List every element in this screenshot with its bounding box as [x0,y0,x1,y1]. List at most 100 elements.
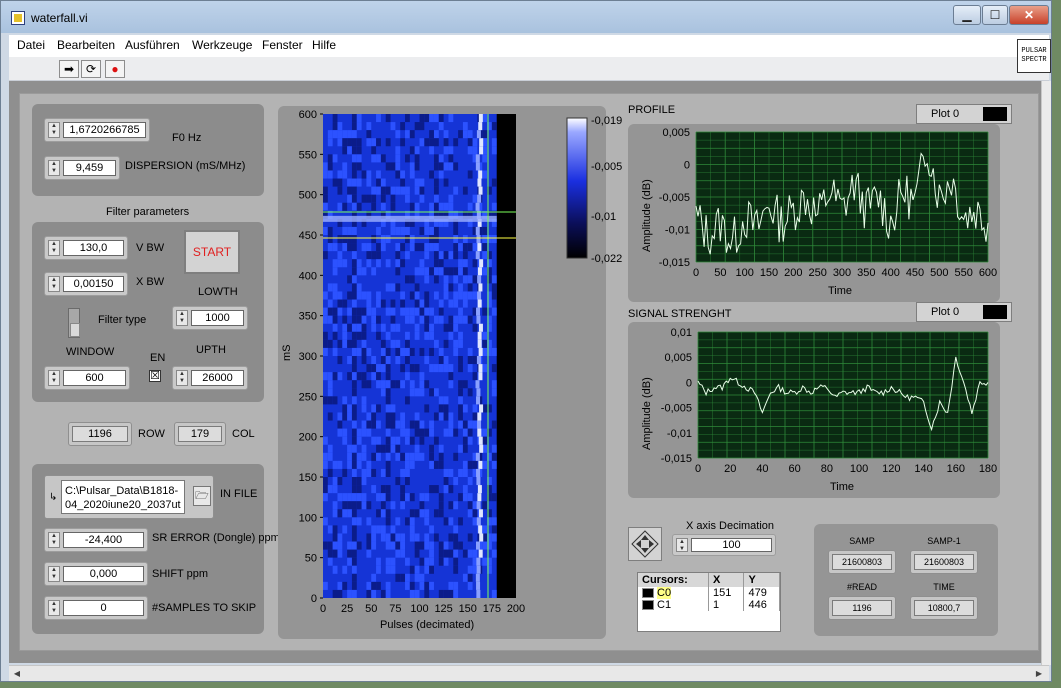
waterfall-cell [366,428,372,437]
sr-error-value[interactable]: -24,400 [63,532,144,548]
waterfall-cell [409,146,415,155]
dispersion-value[interactable]: 9,459 [63,160,116,176]
waterfall-cell [467,573,473,582]
window-spin[interactable]: ▲ ▼ [48,370,60,386]
waterfall-cell [458,331,463,340]
profile-graph[interactable]: 0,005 0 -0,005 -0,01 -0,015 0 50 100 150 200 250 3… [628,124,1000,302]
shift-value[interactable]: 0,000 [63,566,144,582]
signal-graph[interactable]: 0,01 0,005 0 -0,005 -0,01 -0,015 0 20 40 60 80 100… [628,322,1000,498]
xbw-control[interactable]: ▲ ▼ 0,00150 [44,272,128,296]
graph-x-tick-label: 100 [735,267,753,279]
f0-control[interactable]: ▲ ▼ 1,6720266785 [44,118,150,142]
scroll-right-icon[interactable]: ▶ [1033,668,1045,680]
minimize-button[interactable]: ▁ [953,5,981,25]
run-continuously-icon[interactable]: ⟳ [81,60,101,78]
waterfall-cell [472,356,478,365]
lowth-value[interactable]: 1000 [191,310,244,326]
waterfall-cell [356,460,362,469]
waterfall-pulse-cell [478,549,483,558]
vbw-control[interactable]: ▲ ▼ 130,0 [44,236,128,260]
maximize-button[interactable]: ☐ [982,5,1008,25]
waterfall-cell [347,146,352,155]
waterfall-cell [429,243,434,252]
waterfall-cell [347,178,352,187]
title-bar[interactable]: waterfall.vi ▁ ☐ ✕ [1,1,1051,33]
profile-legend[interactable]: Plot 0 [916,104,1012,124]
menu-fenster[interactable]: Fenster [262,38,303,52]
window-control[interactable]: ▲ ▼ 600 [44,366,130,390]
shift-control[interactable]: ▲ ▼ 0,000 [44,562,148,586]
cursor-row-c0[interactable]: C0 151 479 [638,587,780,599]
sr-error-control[interactable]: ▲ ▼ -24,400 [44,528,148,552]
decimation-control[interactable]: ▲ ▼ 100 [672,534,776,556]
cursor-legend[interactable]: Cursors: X Y C0 151 479 C1 1 446 [637,572,781,632]
waterfall-cell [453,243,459,252]
shift-spin[interactable]: ▲ ▼ [48,566,60,582]
vertical-scrollbar[interactable] [1041,81,1051,665]
waterfall-cell [448,267,454,276]
f0-spin[interactable]: ▲ ▼ [48,122,60,138]
waterfall-cell [491,533,497,542]
waterfall-cell [462,299,468,308]
cursor-row-c1[interactable]: C1 1 446 [638,599,780,611]
vbw-value[interactable]: 130,0 [63,240,124,256]
profile-x-label: Time [828,285,852,297]
waterfall-cell [458,364,463,373]
in-file-path-control[interactable]: ↳ C:\Pulsar_Data\B1818- 04_2020iune20_20… [44,475,214,519]
filter-type-toggle[interactable] [68,308,80,338]
run-icon[interactable]: ➡ [59,60,79,78]
upth-value[interactable]: 26000 [191,370,244,386]
signal-legend[interactable]: Plot 0 [916,302,1012,322]
waterfall-cell [376,581,381,590]
scroll-left-icon[interactable]: ◀ [11,668,23,680]
f0-label: F0 Hz [172,132,202,144]
horizontal-scrollbar[interactable]: ◀ ▶ [9,665,1049,681]
lowth-control[interactable]: ▲ ▼ 1000 [172,306,248,330]
close-button[interactable]: ✕ [1009,5,1049,25]
menu-werkzeuge[interactable]: Werkzeuge [192,38,252,52]
menu-datei[interactable]: Datei [17,38,45,52]
window-value[interactable]: 600 [63,370,126,386]
menu-ausfuehren[interactable]: Ausführen [125,38,180,52]
folder-icon[interactable]: 🗁 [193,486,211,506]
waterfall-cell [347,412,352,421]
waterfall-cell [380,444,386,453]
waterfall-cell [327,226,333,235]
waterfall-cell [327,283,333,292]
waterfall-cell [438,396,444,405]
upth-spin[interactable]: ▲ ▼ [176,370,188,386]
waterfall-cell [472,420,478,429]
xbw-spin[interactable]: ▲ ▼ [48,276,60,292]
graph-palette-icon[interactable] [628,527,662,561]
waterfall-cell [491,380,497,389]
menu-hilfe[interactable]: Hilfe [312,38,336,52]
waterfall-cell [327,154,333,163]
waterfall-cell [448,202,454,211]
samples-skip-control[interactable]: ▲ ▼ 0 [44,596,148,620]
dispersion-spin[interactable]: ▲ ▼ [48,160,60,176]
graph-x-tick-label: 600 [979,267,997,279]
in-file-path[interactable]: C:\Pulsar_Data\B1818- 04_2020iune20_2037… [61,480,185,514]
menu-bearbeiten[interactable]: Bearbeiten [57,38,115,52]
decimation-value[interactable]: 100 [691,538,772,552]
waterfall-cell [332,549,338,558]
f0-value[interactable]: 1,6720266785 [63,122,146,138]
upth-control[interactable]: ▲ ▼ 26000 [172,366,248,390]
vbw-spin[interactable]: ▲ ▼ [48,240,60,256]
samples-skip-spin[interactable]: ▲ ▼ [48,600,60,616]
xbw-value[interactable]: 0,00150 [63,276,124,292]
lowth-spin[interactable]: ▲ ▼ [176,310,188,326]
decimation-spin[interactable]: ▲ ▼ [676,538,688,552]
waterfall-cell [385,557,391,566]
start-button[interactable]: START [184,230,240,274]
en-checkbox[interactable]: ☒ [149,370,161,382]
abort-icon[interactable]: ● [105,60,125,78]
sr-error-spin[interactable]: ▲ ▼ [48,532,60,548]
samples-skip-value[interactable]: 0 [63,600,144,616]
dispersion-control[interactable]: ▲ ▼ 9,459 [44,156,120,180]
waterfall-cell [429,452,434,461]
waterfall-cell [400,573,406,582]
waterfall-cell [429,388,434,397]
waterfall-pulse-cell [478,170,483,179]
waterfall-cell [347,444,352,453]
